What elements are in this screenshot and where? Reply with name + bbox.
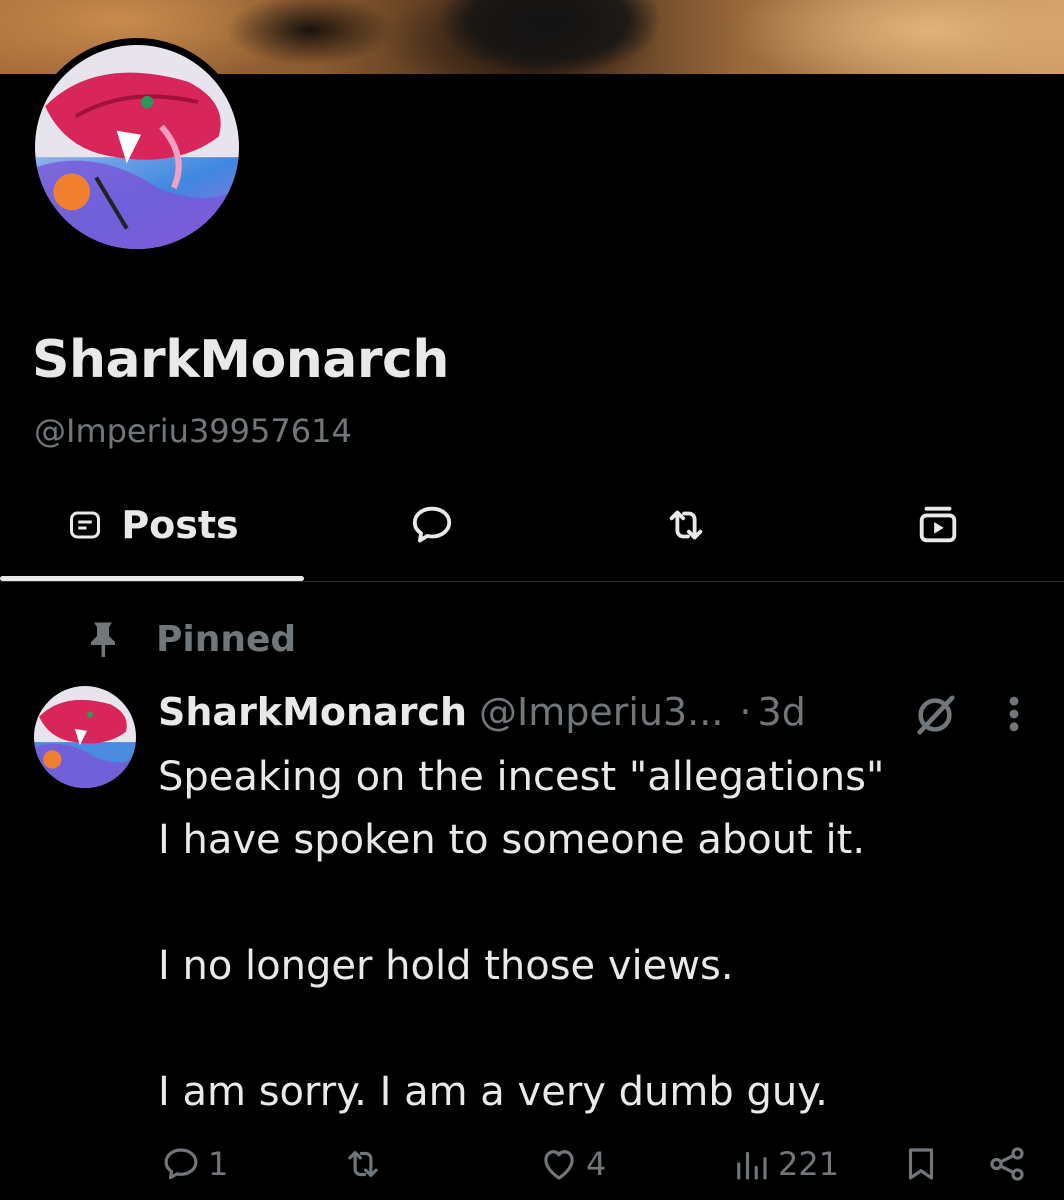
banner-artwork [400,0,700,74]
post-author-handle[interactable]: @Imperiu3... [479,690,723,734]
views-icon [737,1151,767,1180]
post-author-name[interactable]: SharkMonarch [158,690,467,734]
tab-reposts[interactable] [638,470,734,580]
grok-icon[interactable] [912,692,958,738]
post-actions: 1 4 221 [0,1136,1064,1192]
reply-icon [164,1148,198,1180]
like-button[interactable]: 4 [538,1136,606,1192]
more-options-icon[interactable] [1000,692,1028,736]
profile-display-name: SharkMonarch [32,330,449,390]
bookmark-icon [908,1148,934,1180]
like-count: 4 [586,1145,607,1183]
profile-handle: @Imperiu39957614 [34,412,352,450]
share-button[interactable] [986,1136,1028,1192]
views-button[interactable]: 221 [730,1136,839,1192]
share-icon [990,1147,1024,1181]
post-line: I no longer hold those views. [158,943,734,989]
post-line: Speaking on the incest "allegations" [158,754,885,800]
pin-icon [91,622,115,657]
profile-avatar[interactable] [28,38,246,256]
post-line-blank [158,998,1038,1061]
post-text: Speaking on the incest "allegations" I h… [158,746,1038,1124]
avatar-image [35,45,239,249]
repost-icon [669,510,703,540]
repost-icon [348,1151,378,1177]
posts-icon [70,511,101,539]
heart-icon [544,1150,574,1180]
pinned-label: Pinned [156,618,297,660]
tab-divider [0,581,1064,582]
tab-replies[interactable] [384,470,480,580]
media-icon [919,506,957,543]
post-header: SharkMonarch @Imperiu3... · 3d [158,684,806,740]
profile-tabs: Posts [0,470,1064,582]
tab-posts[interactable]: Posts [0,470,306,580]
tab-posts-label: Posts [121,503,239,547]
bookmark-button[interactable] [900,1136,942,1192]
repost-button[interactable] [342,1136,390,1192]
reply-count: 1 [208,1145,229,1183]
post-line: I am sorry. I am a very dumb guy. [158,1069,828,1115]
post-line: I have spoken to someone about it. [158,817,866,863]
reply-button[interactable]: 1 [160,1136,228,1192]
views-count: 221 [778,1145,840,1183]
post-timestamp[interactable]: 3d [758,690,806,734]
profile-page: SharkMonarch @Imperiu39957614 Posts Pinn… [0,0,1064,1200]
pinned-label-row: Pinned [88,614,296,664]
reply-bubble-icon [412,506,452,543]
post-separator-dot: · [739,690,752,734]
tab-media[interactable] [890,470,986,580]
post-line-blank [158,872,1038,935]
post-author-avatar[interactable] [34,686,136,788]
